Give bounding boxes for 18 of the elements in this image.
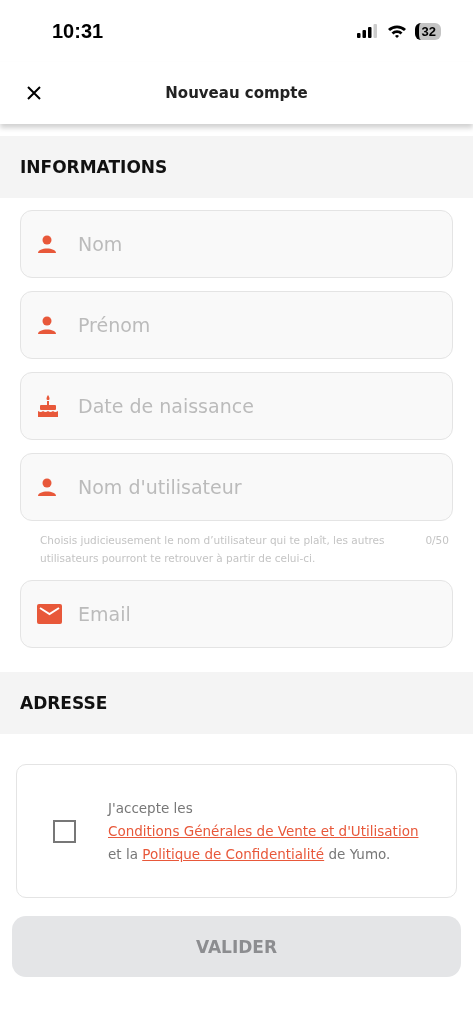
character-counter: 0/50 (425, 533, 449, 548)
terms-text: J'accepte les Conditions Générales de Vente et d'Utilisation et la Politique de Confidentialité de Yumo. (108, 798, 419, 864)
wifi-icon (386, 23, 407, 39)
screen-title: Nouveau compte (165, 84, 308, 102)
privacy-link[interactable]: Politique de Confidentialité (142, 845, 325, 862)
battery-indicator: 32 (414, 22, 441, 40)
section-title: INFORMATIONS (20, 157, 168, 177)
status-time: 10:31 (52, 19, 104, 43)
input-field[interactable]: Email (20, 580, 453, 648)
terms-checkbox[interactable] (53, 819, 76, 843)
input-field[interactable]: Nom (20, 210, 453, 278)
input-field[interactable]: Nom d'utilisateur (20, 453, 453, 521)
signal-icon (356, 24, 379, 38)
close-icon[interactable] (26, 85, 42, 101)
section-title: ADRESSE (20, 693, 108, 713)
input-field[interactable]: Date de naissance (20, 372, 453, 440)
terms-link[interactable]: Conditions Générales de Vente et d'Utilisation (108, 822, 419, 839)
input-field[interactable]: Prénom (20, 291, 453, 359)
